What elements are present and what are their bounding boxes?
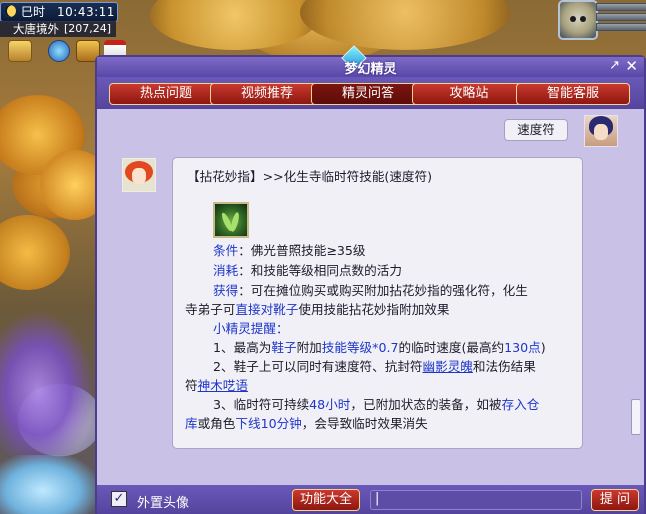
chat-scrollbar[interactable]	[631, 399, 640, 435]
obtain-line: 获得：可在摊位购买或购买附加拈花妙指的强化符，化生	[213, 280, 528, 299]
dialog-title: 梦幻精灵	[344, 62, 397, 77]
map-name: 大唐境外	[13, 22, 59, 36]
shoes-link[interactable]: 鞋子	[271, 340, 296, 355]
tip-text: 1、最高为	[213, 340, 272, 355]
youying-link[interactable]: 幽影灵魄	[423, 359, 473, 374]
time-period: 巳时	[21, 5, 46, 19]
obtain-text: 使用技能拈花妙指附加效果	[298, 302, 450, 317]
map-coords: [207,24]	[64, 22, 112, 35]
avatar-eye	[580, 16, 586, 22]
boots-link[interactable]: 直接对靴子	[235, 302, 298, 317]
pet-avatar[interactable]	[558, 0, 598, 40]
autumn-tree	[150, 0, 320, 50]
tip-2-cont: 符神木呓语	[185, 375, 248, 394]
duration-highlight: 48小时	[309, 397, 351, 412]
warehouse-highlight: 存入仓	[501, 397, 540, 412]
condition-line: 条件：佛光普照技能≥35级	[213, 240, 366, 259]
external-avatar-checkbox[interactable]: ✓	[111, 491, 127, 507]
magic-effect	[0, 310, 95, 470]
tab-guide-station[interactable]: 攻略站	[412, 83, 526, 105]
globe-icon[interactable]	[48, 40, 70, 62]
mp-bar	[596, 13, 646, 21]
obtain-value: ：可在摊位购买或购买附加拈花妙指的强化符，化生	[238, 283, 528, 298]
tip-1: 1、最高为鞋子附加技能等级*0.7的临时速度(最高约130点)	[213, 337, 546, 356]
sprite-dialog: 梦幻精灵 ↗ ✕ 热点问题 视频推荐 精灵问答 攻略站 智能客服 速度符 【拈花…	[95, 45, 646, 514]
sp-bar	[596, 23, 646, 31]
user-message-bubble: 速度符	[504, 119, 568, 141]
avatar-eye	[570, 16, 576, 22]
offline-highlight: 下线10分钟	[235, 416, 302, 431]
tab-sprite-qa[interactable]: 精灵问答	[311, 83, 425, 105]
shenmu-link[interactable]: 神木呓语	[198, 378, 248, 393]
clock: 10:43:11	[57, 5, 115, 19]
close-icon[interactable]: ✕	[625, 57, 638, 75]
avatar-face	[132, 168, 146, 184]
tip-text: 或角色	[197, 416, 236, 431]
cost-line: 消耗：和技能等级相同点数的活力	[213, 260, 402, 279]
moon-icon	[4, 5, 16, 17]
avatar-face	[594, 124, 608, 140]
tab-smart-support[interactable]: 智能客服	[516, 83, 630, 105]
tab-bar: 热点问题 视频推荐 精灵问答 攻略站 智能客服	[97, 77, 644, 109]
autumn-tree	[0, 215, 70, 290]
sprite-avatar	[122, 158, 156, 192]
ask-button[interactable]: 提 问	[591, 489, 639, 511]
tip-text: 附加	[296, 340, 322, 355]
tip-3-cont: 库或角色下线10分钟，会导致临时效果消失	[185, 413, 428, 432]
cost-value: ：和技能等级相同点数的活力	[238, 263, 402, 278]
tip-text: )	[540, 340, 546, 355]
pet-creature	[0, 455, 95, 514]
obtain-label: 获得	[213, 283, 239, 298]
max-value-highlight: 130点	[504, 340, 541, 355]
user-avatar	[584, 115, 618, 147]
tip-3: 3、临时符可持续48小时，已附加状态的装备，如被存入仓	[213, 394, 539, 413]
map-icon[interactable]	[8, 40, 32, 62]
obtain-text: 寺弟子可	[185, 302, 236, 317]
tip-text: ，会导致临时效果消失	[301, 416, 428, 431]
skill-level-highlight: 技能等级*0.7	[321, 340, 399, 355]
condition-label: 条件	[213, 243, 239, 258]
tab-video-recommend[interactable]: 视频推荐	[210, 83, 324, 105]
tip-text: 和法伤结果	[472, 359, 536, 374]
hp-bar	[596, 3, 646, 11]
tip-text: 的临时速度(最高约	[398, 340, 505, 355]
dialog-titlebar[interactable]: 梦幻精灵 ↗ ✕	[97, 45, 644, 77]
answer-bubble: 【拈花妙指】>>化生寺临时符技能(速度符) 条件：佛光普照技能≥35级 消耗：和…	[172, 157, 583, 449]
tip-text: 3、临时符可持续	[213, 397, 310, 412]
leaf-shape	[229, 211, 241, 233]
warehouse-highlight: 库	[185, 416, 198, 431]
tip-text: 2、鞋子上可以同时有速度符、抗封符	[213, 359, 423, 374]
skill-icon[interactable]	[213, 202, 249, 238]
location-display: 大唐境外 [207,24]	[0, 21, 116, 37]
tips-label: 小精灵提醒：	[213, 321, 289, 336]
condition-value: ：佛光普照技能≥35级	[238, 243, 366, 258]
chat-area[interactable]: 速度符 【拈花妙指】>>化生寺临时符技能(速度符) 条件：佛光普照技能≥35级 …	[101, 109, 640, 485]
tab-hot-questions[interactable]: 热点问题	[109, 83, 223, 105]
tip-text: ，已附加状态的装备，如被	[350, 397, 502, 412]
tip-text: 符	[185, 378, 198, 393]
answer-heading: 【拈花妙指】>>化生寺临时符技能(速度符)	[187, 169, 433, 184]
external-avatar-label: 外置头像	[137, 496, 190, 511]
autumn-tree	[300, 0, 510, 50]
obtain-line-2: 寺弟子可直接对靴子使用技能拈花妙指附加效果	[185, 299, 449, 318]
question-input[interactable]: |	[370, 490, 582, 510]
pin-icon[interactable]: ↗	[609, 58, 620, 73]
tip-2: 2、鞋子上可以同时有速度符、抗封符幽影灵魄和法伤结果	[213, 356, 536, 375]
bottom-toolbar: ✓ 外置头像 功能大全 | 提 问	[97, 485, 644, 514]
features-button[interactable]: 功能大全	[292, 489, 360, 511]
game-time-display: 巳时 10:43:11	[0, 2, 118, 22]
cost-label: 消耗	[213, 263, 239, 278]
